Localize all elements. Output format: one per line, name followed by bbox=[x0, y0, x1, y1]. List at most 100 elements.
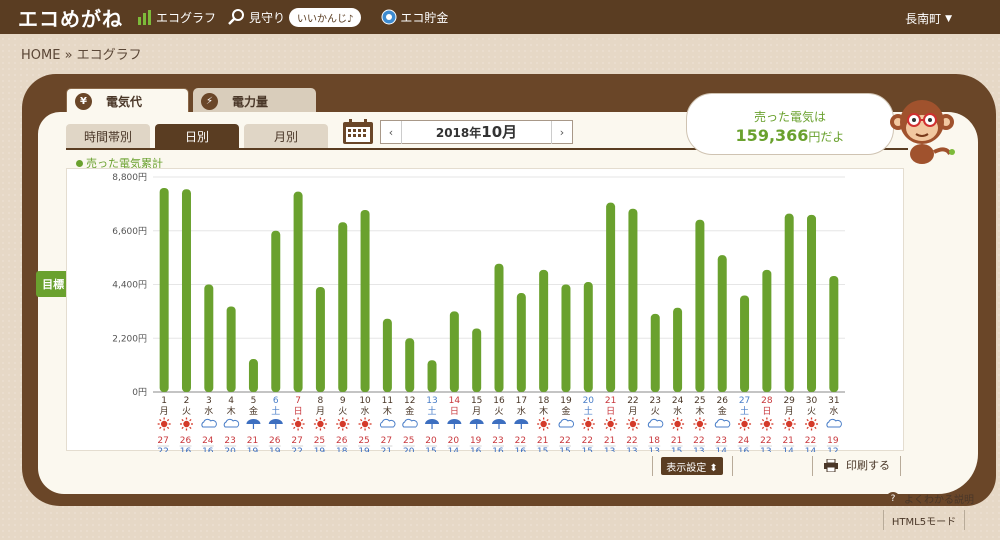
weekday-label: 月 bbox=[785, 406, 794, 417]
weekday-label: 火 bbox=[807, 406, 816, 417]
bar bbox=[740, 295, 750, 392]
x-tick-label: 27 bbox=[739, 396, 750, 406]
weekday-label: 月 bbox=[160, 406, 169, 417]
nav-watch-label: 見守り bbox=[249, 10, 286, 25]
weekday-label: 水 bbox=[829, 405, 838, 417]
x-tick-label: 28 bbox=[761, 396, 773, 406]
sold-amount: 159,366 bbox=[735, 126, 809, 145]
temp-high-label: 22 bbox=[693, 436, 704, 446]
sun-icon bbox=[760, 417, 774, 431]
umbrella-icon bbox=[447, 419, 462, 429]
user-menu[interactable]: 長南町 ▼ bbox=[905, 10, 952, 27]
sun-icon bbox=[537, 417, 551, 431]
tab-electricity-amount[interactable]: ⚡ 電力量 bbox=[193, 88, 316, 114]
temp-high-label: 19 bbox=[827, 436, 839, 446]
x-tick-label: 1 bbox=[161, 396, 167, 406]
x-tick-label: 18 bbox=[538, 396, 550, 406]
temp-low-label: 14 bbox=[715, 447, 727, 452]
x-tick-label: 12 bbox=[404, 396, 415, 406]
magnifier-icon bbox=[228, 9, 245, 25]
legend-dot bbox=[76, 159, 83, 167]
temp-high-label: 18 bbox=[649, 436, 661, 446]
temp-low-label: 19 bbox=[314, 447, 326, 452]
bar bbox=[271, 230, 281, 392]
weekday-label: 水 bbox=[361, 405, 370, 417]
subtab-hourly[interactable]: 時間帯別 bbox=[66, 124, 150, 148]
temp-high-label: 27 bbox=[291, 436, 302, 446]
display-settings-button[interactable]: 表示設定 ⬍ bbox=[661, 457, 723, 475]
tab-electricity-cost-label: 電気代 bbox=[106, 95, 143, 109]
x-tick-label: 26 bbox=[716, 396, 728, 406]
tab-electricity-amount-label: 電力量 bbox=[232, 94, 269, 109]
temp-low-label: 16 bbox=[180, 447, 192, 452]
temp-high-label: 22 bbox=[760, 436, 771, 446]
x-tick-label: 5 bbox=[251, 396, 257, 406]
bar bbox=[405, 338, 415, 392]
breadcrumb: HOME » エコグラフ bbox=[21, 48, 142, 63]
chevron-down-icon: ▼ bbox=[945, 13, 952, 24]
weekday-label: 日 bbox=[762, 406, 771, 417]
cloud-icon bbox=[558, 418, 575, 428]
weekday-label: 日 bbox=[606, 406, 615, 417]
calendar-button[interactable] bbox=[342, 119, 374, 149]
weekday-label: 火 bbox=[338, 406, 347, 417]
temp-low-label: 16 bbox=[492, 447, 504, 452]
temp-low-label: 16 bbox=[738, 447, 750, 452]
weekday-label: 土 bbox=[584, 405, 593, 417]
weekday-label: 火 bbox=[182, 406, 191, 417]
x-tick-label: 10 bbox=[359, 396, 371, 406]
status-badge: いいかんじ♪ bbox=[289, 7, 362, 27]
bar bbox=[248, 359, 258, 392]
tab-electricity-cost[interactable]: ¥ 電気代 bbox=[66, 88, 189, 114]
nav-eco-savings[interactable]: エコ貯金 bbox=[381, 9, 448, 26]
temp-high-label: 22 bbox=[559, 436, 570, 446]
umbrella-icon bbox=[425, 419, 440, 429]
nav-watch[interactable]: 見守り いいかんじ♪ bbox=[228, 7, 369, 27]
subtab-monthly[interactable]: 月別 bbox=[244, 124, 328, 148]
x-tick-label: 31 bbox=[828, 396, 839, 406]
temp-high-label: 23 bbox=[224, 436, 235, 446]
bar bbox=[472, 328, 482, 392]
bar bbox=[561, 284, 571, 392]
prev-month-button[interactable]: ‹ bbox=[381, 126, 401, 139]
temp-low-label: 16 bbox=[515, 447, 527, 452]
current-month-label: 2018年10月 bbox=[401, 120, 552, 144]
bar bbox=[628, 208, 638, 392]
print-button[interactable]: 印刷する bbox=[824, 457, 890, 473]
weekday-label: 月 bbox=[628, 406, 637, 417]
x-tick-label: 7 bbox=[295, 396, 301, 406]
app-title[interactable]: エコめがね bbox=[18, 3, 123, 32]
temp-high-label: 21 bbox=[671, 436, 682, 446]
x-tick-label: 19 bbox=[560, 396, 572, 406]
help-link[interactable]: ? よくわかる説明 bbox=[886, 491, 974, 506]
bar bbox=[829, 275, 839, 392]
bar bbox=[293, 191, 303, 392]
bar bbox=[494, 263, 504, 392]
temp-low-label: 16 bbox=[202, 447, 214, 452]
nav-eco-graph[interactable]: エコグラフ bbox=[137, 9, 216, 26]
weekday-label: 土 bbox=[428, 405, 437, 417]
cloud-icon bbox=[826, 418, 842, 428]
temp-high-label: 21 bbox=[537, 436, 548, 446]
bar bbox=[382, 318, 392, 392]
x-tick-label: 20 bbox=[583, 396, 595, 406]
weekday-label: 水 bbox=[673, 405, 682, 417]
temp-low-label: 13 bbox=[649, 447, 660, 452]
sun-icon bbox=[358, 417, 372, 431]
html5-mode-link[interactable]: HTML5モード bbox=[883, 510, 965, 530]
temp-high-label: 21 bbox=[782, 436, 793, 446]
weekday-label: 土 bbox=[740, 405, 749, 417]
subtab-daily[interactable]: 日別 bbox=[155, 124, 239, 148]
sun-icon bbox=[581, 417, 595, 431]
bar bbox=[717, 255, 727, 392]
temp-low-label: 15 bbox=[559, 447, 570, 452]
x-tick-label: 9 bbox=[340, 396, 346, 406]
weekday-label: 木 bbox=[227, 405, 236, 417]
bar bbox=[583, 282, 593, 392]
bar bbox=[360, 209, 370, 392]
temp-low-label: 13 bbox=[626, 447, 637, 452]
weekday-label: 木 bbox=[695, 405, 704, 417]
temp-high-label: 19 bbox=[470, 436, 482, 446]
next-month-button[interactable]: › bbox=[552, 126, 572, 139]
temp-high-label: 23 bbox=[492, 436, 503, 446]
